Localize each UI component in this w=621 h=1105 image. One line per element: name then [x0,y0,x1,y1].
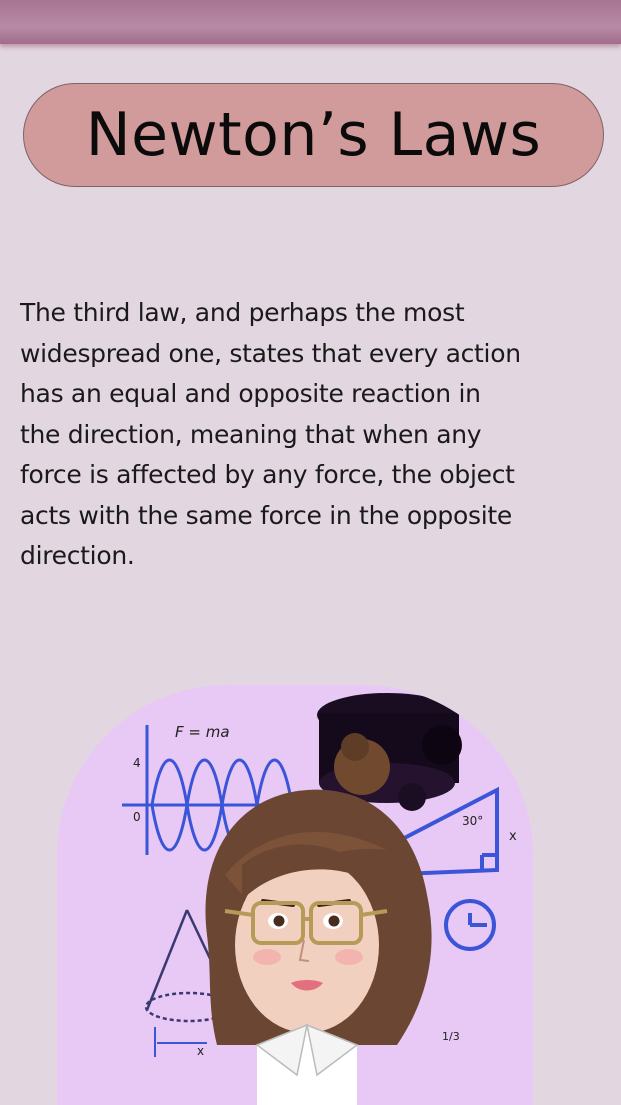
top-bar [0,0,621,44]
paragraph-line: force is affected by any force, the obje… [20,460,515,489]
axis-tick-0: 0 [133,810,141,824]
page-title: Newton’s Laws [85,100,542,170]
paragraph-line: has an equal and opposite reaction in [20,379,481,408]
circle-diagram [444,899,496,951]
title-banner: Newton’s Laws [23,83,604,187]
paragraph-third-law: The third law, and perhaps the most wide… [20,293,580,577]
physics-avatar-illustration: F = ma 4 0 30° x x 1/3 [57,685,533,1105]
bottom-x-label: x [197,1044,204,1058]
paragraph-line: widespread one, states that every action [20,338,521,368]
paragraph-line: acts with the same force in the opposite [20,500,512,530]
avatar-face [235,844,379,1033]
paragraph-line: The third law, and perhaps the most [20,298,465,327]
fraction-label: 1/3 [442,1030,460,1043]
paragraph-line: direction. [20,541,135,570]
axis-tick-4: 4 [133,756,141,770]
axis-x-label: x [509,829,517,844]
formula-label: F = ma [175,723,230,741]
paragraph-line: the direction, meaning that when any [20,419,482,449]
angle-label: 30° [462,814,483,828]
